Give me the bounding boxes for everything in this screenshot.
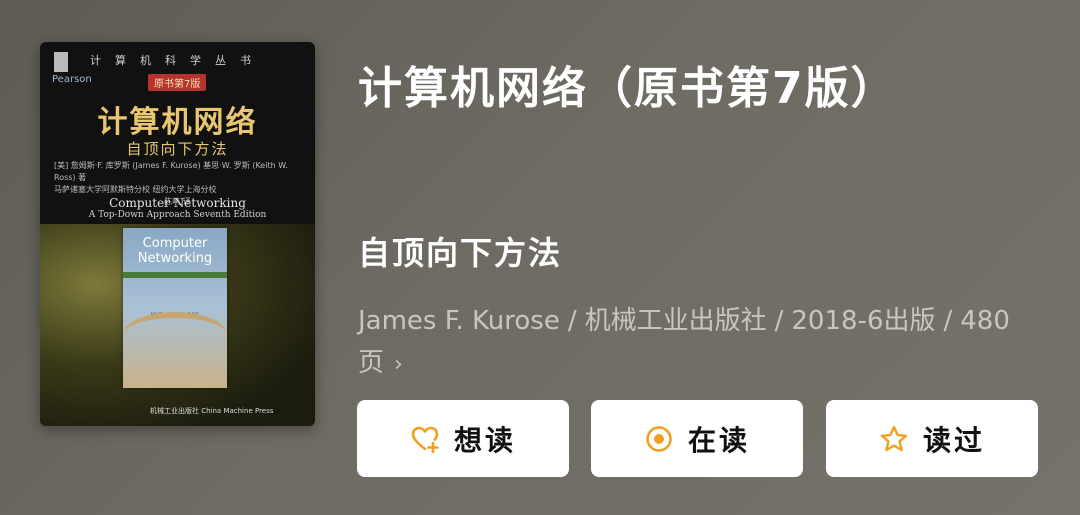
cover-cn-title: 计算机网络 — [97, 105, 258, 140]
book-meta-link[interactable]: James F. Kurose / 机械工业出版社/2018-6出版/480页 › — [358, 300, 1018, 386]
cover-brand: Pearson — [52, 74, 92, 85]
cover-publisher: 机械工业出版社 China Machine Press — [150, 407, 274, 415]
cover-authors-line2: 马萨诸塞大学阿默斯特分校 纽约大学上海分校 — [54, 185, 217, 194]
inner-book-title: Computer Networking — [137, 236, 213, 266]
book-title: 计算机网络（原书第7版） — [358, 63, 897, 114]
book-subtitle: 自顶向下方法 — [358, 234, 563, 272]
book-cover[interactable]: 计算机科学丛书 Pearson 原书第7版 计算机网络 自顶向下方法 [美] 詹… — [40, 42, 315, 426]
heart-plus-icon — [410, 424, 440, 454]
cover-series: 计算机科学丛书 — [90, 54, 265, 67]
reading-button[interactable]: 在读 — [591, 400, 803, 477]
reading-label: 在读 — [687, 423, 750, 457]
want-to-read-label: 想读 — [453, 423, 516, 457]
cover-inner-book: Computer Networking KUROSE • ROSS — [123, 228, 227, 388]
target-icon — [644, 424, 674, 454]
have-read-label: 读过 — [922, 423, 985, 457]
inner-book-stripe — [123, 272, 227, 278]
cover-authors-line1: [美] 詹姆斯·F. 库罗斯 (James F. Kurose) 基思·W. 罗… — [54, 161, 288, 182]
cover-cn-subtitle: 自顶向下方法 — [126, 140, 229, 158]
book-author: James F. Kurose — [358, 306, 560, 336]
inner-book-road-art — [123, 312, 227, 358]
book-pub-date: 2018-6出版 — [791, 306, 936, 336]
cover-edition-badge: 原书第7版 — [148, 74, 207, 91]
chevron-right-icon: › — [394, 352, 403, 377]
star-icon — [879, 424, 909, 454]
cover-en-subtitle: A Top-Down Approach Seventh Edition — [88, 210, 267, 220]
have-read-button[interactable]: 读过 — [826, 400, 1038, 477]
book-publisher: 机械工业出版社 — [584, 306, 767, 336]
want-to-read-button[interactable]: 想读 — [357, 400, 569, 477]
cover-en-title: Computer Networking — [109, 196, 246, 210]
